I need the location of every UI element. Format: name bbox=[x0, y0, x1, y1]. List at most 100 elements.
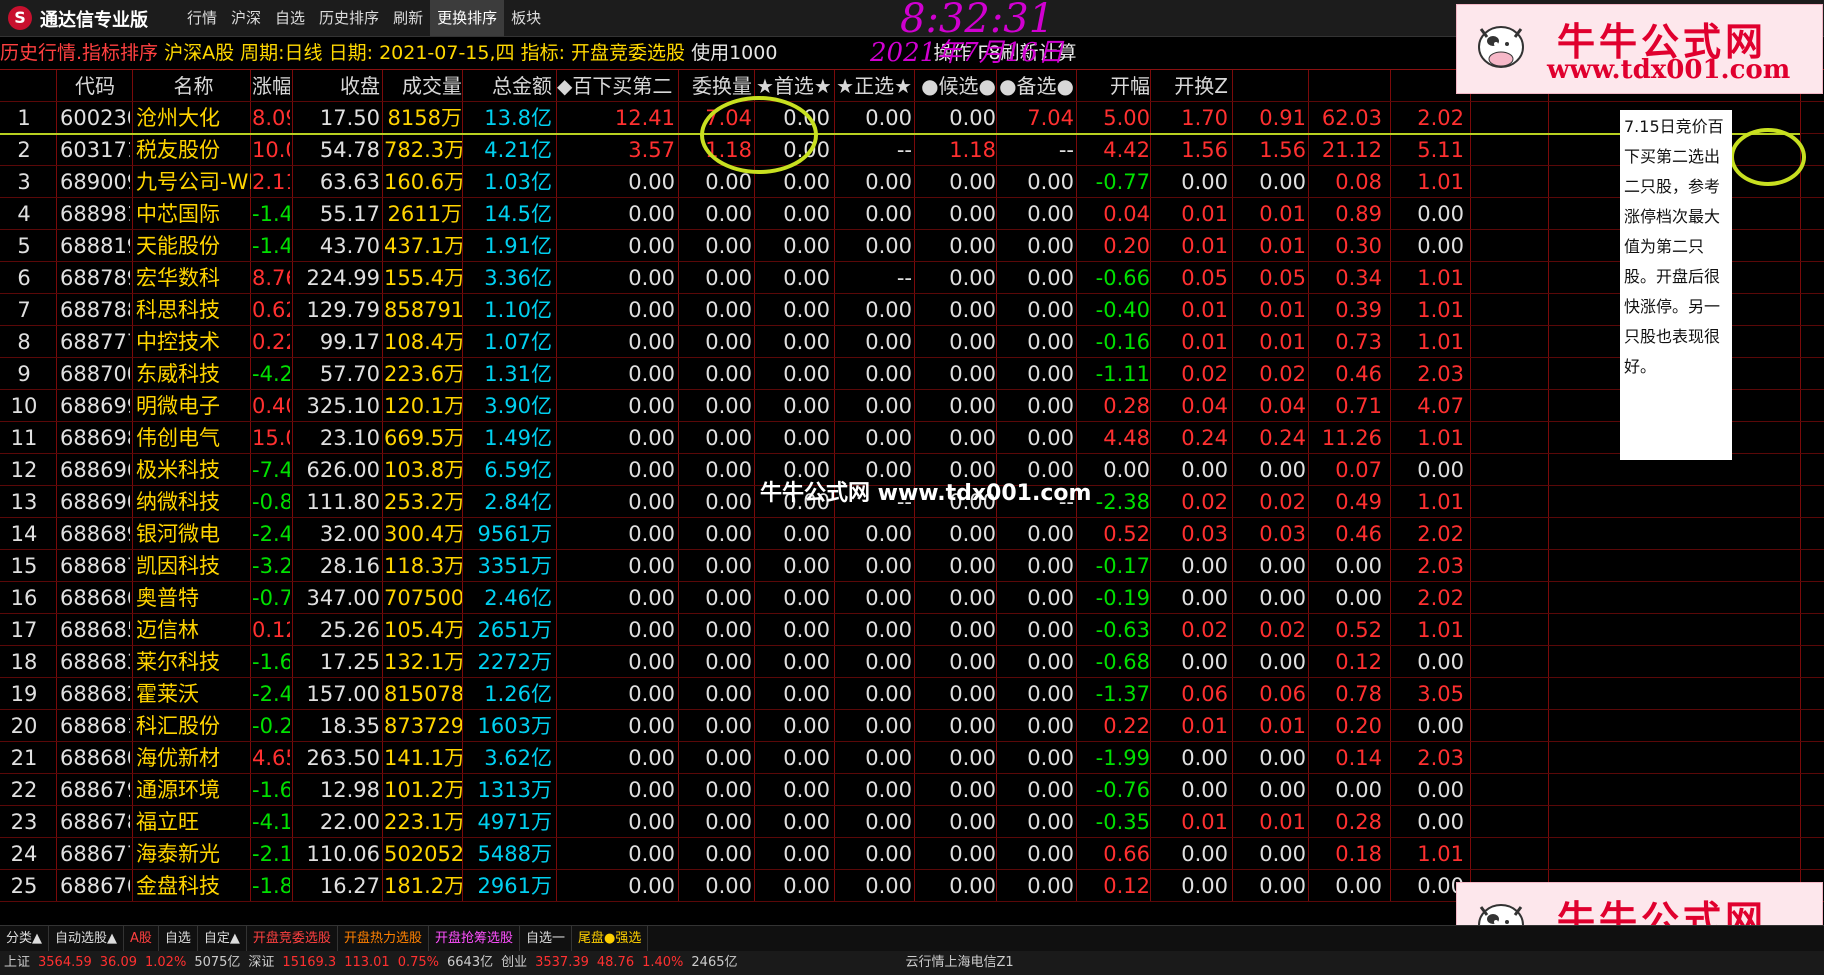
cell-first-pick: 0.00 bbox=[783, 842, 830, 866]
header-volume[interactable]: 成交量 bbox=[384, 70, 462, 102]
tab-open-grab-select[interactable]: 开盘抢筹选股 bbox=[429, 926, 520, 951]
tab-category[interactable]: 分类▲ bbox=[0, 926, 49, 951]
cell-open-pct: 5.00 bbox=[1103, 106, 1150, 130]
header-rank-2[interactable]: ◆百下买第二↓ bbox=[557, 70, 675, 102]
cell-col-16: 0.00 bbox=[1259, 586, 1306, 610]
header-open-turnover[interactable]: 开换Z bbox=[1152, 70, 1228, 102]
cell-row-num: 11 bbox=[10, 426, 38, 450]
cell-main-pick: 0.00 bbox=[865, 554, 912, 578]
cell-volume: 108.4万 bbox=[384, 330, 462, 354]
table-row[interactable]: 16 688686奥普特 -0.76 347.00707500 2.46亿 0.00 0.0… bbox=[0, 582, 1824, 614]
menu-change-sort[interactable]: 更换排序 bbox=[430, 0, 505, 36]
cell-close: 18.35 bbox=[319, 714, 380, 738]
table-row[interactable]: 11 688698伟创电气 15.04 23.10669.5万 1.49亿 0.00 0.0… bbox=[0, 422, 1824, 454]
table-row[interactable]: 20 688681科汇股份 -0.27 18.35873729 1603万 0.00 0.0… bbox=[0, 710, 1824, 742]
header-col-17[interactable] bbox=[1310, 70, 1382, 102]
header-col-16[interactable] bbox=[1234, 70, 1306, 102]
cell-code: 688690 bbox=[60, 490, 130, 514]
menu-sector[interactable]: 板块 bbox=[504, 0, 548, 36]
cell-col-18: 0.00 bbox=[1417, 650, 1464, 674]
cell-first-pick: 0.00 bbox=[783, 586, 830, 610]
table-row[interactable]: 1 600230沧州大化 8.09 17.50 8158万 13.8亿 12.41 7.04 0… bbox=[0, 102, 1824, 134]
table-row[interactable]: 24 688677海泰新光 -2.13 110.06502052 5488万 0.00 0.… bbox=[0, 838, 1824, 870]
tab-close-strong-select[interactable]: 尾盘●强选 bbox=[572, 926, 649, 951]
cell-col-16: 0.01 bbox=[1259, 234, 1306, 258]
cell-rank-2: 0.00 bbox=[628, 458, 675, 482]
header-main-pick[interactable]: ★正选★ bbox=[836, 70, 912, 102]
table-row[interactable]: 15 688687凯因科技 -3.23 28.16118.3万 3351万 0.00 0.0… bbox=[0, 550, 1824, 582]
cell-main-pick: 0.00 bbox=[865, 874, 912, 898]
cell-volume: 502052 bbox=[384, 842, 462, 866]
tab-open-bid-select[interactable]: 开盘竞委选股 bbox=[247, 926, 338, 951]
table-row[interactable]: 5 688819天能股份 -1.47 43.70437.1万 1.91亿 0.00 0.00… bbox=[0, 230, 1824, 262]
cell-rank-2: 0.00 bbox=[628, 266, 675, 290]
cell-backup: 0.00 bbox=[1027, 874, 1074, 898]
tab-custom[interactable]: 自定▲ bbox=[198, 926, 247, 951]
table-row[interactable]: 21 688680海优新材 4.65 263.50141.1万 3.62亿 0.00 0.0… bbox=[0, 742, 1824, 774]
header-change-pct[interactable]: 涨幅% bbox=[252, 70, 290, 102]
header-code[interactable]: 代码 bbox=[60, 70, 130, 102]
menu-market[interactable]: 行情 bbox=[180, 0, 224, 36]
cell-row-num: 14 bbox=[10, 522, 38, 546]
menu-watchlist[interactable]: 自选 bbox=[268, 0, 312, 36]
cell-change-pct: -1.47 bbox=[252, 234, 290, 258]
table-row[interactable]: 9 688700东威科技 -4.23 57.70223.6万 1.31亿 0.00 0.00… bbox=[0, 358, 1824, 390]
cell-col-18: 1.01 bbox=[1417, 170, 1464, 194]
cell-main-pick: 0.00 bbox=[865, 682, 912, 706]
header-amount[interactable]: 总金额 bbox=[464, 70, 552, 102]
header-name[interactable]: 名称 bbox=[136, 70, 251, 102]
table-row[interactable]: 22 688679通源环境 -1.67 12.98101.2万 1313万 0.00 0.0… bbox=[0, 774, 1824, 806]
cell-name: 九号公司-WD bbox=[136, 170, 251, 194]
table-row[interactable]: 14 688689银河微电 -2.47 32.00300.4万 9561万 0.00 0.0… bbox=[0, 518, 1824, 550]
cell-bid-ratio: 0.00 bbox=[705, 650, 752, 674]
cell-open-turnover: 0.01 bbox=[1181, 234, 1228, 258]
tab-a-shares[interactable]: A股 bbox=[124, 926, 159, 951]
cell-code: 688681 bbox=[60, 714, 130, 738]
cell-rank-2: 0.00 bbox=[628, 874, 675, 898]
cell-close: 129.79 bbox=[306, 298, 380, 322]
table-row[interactable]: 6 688789宏华数科 8.76 224.99155.4万 3.36亿 0.00 0.00… bbox=[0, 262, 1824, 294]
cell-candidate: 0.00 bbox=[949, 394, 996, 418]
header-open-pct[interactable]: 开幅 bbox=[1080, 70, 1150, 102]
cell-bid-ratio: 0.00 bbox=[705, 842, 752, 866]
cell-col-18: 0.00 bbox=[1417, 778, 1464, 802]
cell-change-pct: 0.12 bbox=[252, 618, 290, 642]
table-row[interactable]: 23 688678福立旺 -4.18 22.00223.1万 4971万 0.00 0.00… bbox=[0, 806, 1824, 838]
table-row[interactable]: 10 688699明微电子 0.40 325.10120.1万 3.90亿 0.00 0.0… bbox=[0, 390, 1824, 422]
cell-rank-2: 0.00 bbox=[628, 170, 675, 194]
cell-change-pct: -3.23 bbox=[252, 554, 290, 578]
tab-watchlist[interactable]: 自选 bbox=[159, 926, 198, 951]
cell-backup: 0.00 bbox=[1027, 554, 1074, 578]
table-row[interactable]: 7 688788科思科技 0.62 129.79858791 1.10亿 0.00 0.00… bbox=[0, 294, 1824, 326]
cell-first-pick: 0.00 bbox=[783, 330, 830, 354]
cell-candidate: 0.00 bbox=[949, 842, 996, 866]
cell-close: 43.70 bbox=[319, 234, 380, 258]
table-row[interactable]: 3 689009九号公司-WD2.11 63.63160.6万 1.03亿 0.00 0.… bbox=[0, 166, 1824, 198]
cell-col-18: 1.01 bbox=[1417, 842, 1464, 866]
header-candidate[interactable]: ●候选● bbox=[916, 70, 996, 102]
cell-code: 688679 bbox=[60, 778, 130, 802]
tab-auto-select[interactable]: 自动选股▲ bbox=[49, 926, 124, 951]
cell-bid-ratio: 0.00 bbox=[705, 458, 752, 482]
menu-refresh[interactable]: 刷新 bbox=[386, 0, 430, 36]
table-row[interactable]: 8 688777中控技术 0.22 99.17108.4万 1.07亿 0.00 0.00 0… bbox=[0, 326, 1824, 358]
table-row[interactable]: 19 688682霍莱沃 -2.48 157.00815078 1.26亿 0.00 0.0… bbox=[0, 678, 1824, 710]
cell-col-17: 0.78 bbox=[1335, 682, 1382, 706]
header-row-num[interactable] bbox=[4, 70, 44, 102]
table-row[interactable]: 17 688685迈信林 0.12 25.26105.4万 2651万 0.00 0.00 0… bbox=[0, 614, 1824, 646]
table-row[interactable]: 4 688981中芯国际 -1.48 55.17 2611万 14.5亿 0.00 0.00 0… bbox=[0, 198, 1824, 230]
cell-open-pct: -0.68 bbox=[1095, 650, 1150, 674]
tab-open-heat-select[interactable]: 开盘热力选股 bbox=[338, 926, 429, 951]
header-close[interactable]: 收盘 bbox=[292, 70, 380, 102]
table-row[interactable]: 18 688683莱尔科技 -1.65 17.25132.1万 2272万 0.00 0.0… bbox=[0, 646, 1824, 678]
cell-candidate: 0.00 bbox=[949, 426, 996, 450]
cell-col-17: 0.49 bbox=[1335, 490, 1382, 514]
table-row[interactable]: 2 603171税友股份 10.00 54.78782.3万 4.21亿 3.57 1.18… bbox=[0, 134, 1824, 166]
tab-watchlist-1[interactable]: 自选一 bbox=[520, 926, 572, 951]
menu-history-sort[interactable]: 历史排序 bbox=[312, 0, 386, 36]
menu-sh-sz[interactable]: 沪深 bbox=[224, 0, 268, 36]
cell-open-pct: -0.40 bbox=[1095, 298, 1150, 322]
header-col-18[interactable] bbox=[1392, 70, 1464, 102]
header-backup[interactable]: ●备选● bbox=[998, 70, 1074, 102]
cell-code: 688819 bbox=[60, 234, 130, 258]
